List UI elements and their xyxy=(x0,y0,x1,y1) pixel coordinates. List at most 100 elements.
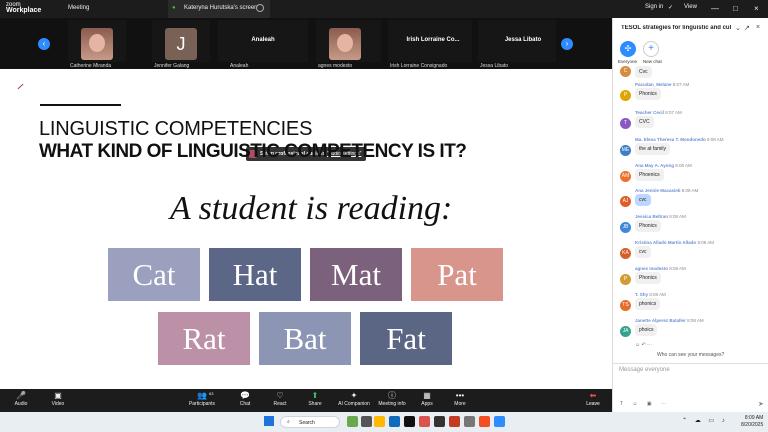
participants-button[interactable]: 👥 63 Participants xyxy=(184,391,220,411)
windows-start-icon[interactable] xyxy=(264,416,274,426)
chat-close-icon[interactable]: × xyxy=(756,24,760,31)
tab-add-icon[interactable] xyxy=(256,4,264,12)
microphone-icon: 🎤 xyxy=(16,391,26,400)
chat-input-area[interactable]: Message everyone T ☺ ▣ ⋯ ➤ xyxy=(613,363,768,412)
taskbar-app-icon[interactable] xyxy=(361,416,372,427)
zoom-taskbar-icon[interactable] xyxy=(494,416,505,427)
word-card-hat: Hat xyxy=(209,248,301,301)
previous-participants-button[interactable]: ‹ xyxy=(38,38,50,50)
send-icon[interactable]: ➤ xyxy=(758,400,764,408)
meeting-info-button[interactable]: ⓘ Meeting info xyxy=(374,391,410,411)
zoom-logo: zoom Workplace xyxy=(6,2,42,14)
audio-button[interactable]: 🎤 Audio xyxy=(3,391,39,411)
taskbar-app-icon[interactable] xyxy=(404,416,415,427)
outlook-icon[interactable] xyxy=(389,416,400,427)
message-visibility-link[interactable]: Who can see your messages? xyxy=(657,352,724,358)
sender-avatar: C xyxy=(620,66,631,77)
participant-tile: Analeah Analeah xyxy=(218,20,308,69)
sender-avatar: JB xyxy=(620,222,631,233)
new-chat-button[interactable]: + xyxy=(643,41,659,57)
maximize-icon[interactable]: □ xyxy=(733,4,738,13)
sender-avatar: ME xyxy=(620,145,631,156)
taskbar-app-icon[interactable] xyxy=(347,416,358,427)
video-button[interactable]: ▣ Video xyxy=(40,391,76,411)
office-icon[interactable] xyxy=(479,416,490,427)
sender-avatar: T xyxy=(620,118,631,129)
more-icon: ••• xyxy=(455,391,465,400)
message-sender: agnes modesto 8:08 AM xyxy=(635,266,686,271)
word-card-bat: Bat xyxy=(259,312,351,365)
share-status-icon: ● xyxy=(172,5,176,11)
participant-strip: ‹ › Catherine Miranda J Jennifer Galang A… xyxy=(0,18,612,69)
react-button[interactable]: ♡ React xyxy=(262,391,298,411)
ai-companion-button[interactable]: ✦ AI Companion xyxy=(336,391,372,411)
message-text: Phonics xyxy=(635,88,661,100)
participant-photo xyxy=(81,28,113,60)
everyone-label: Everyone xyxy=(618,59,638,64)
word-card-mat: Mat xyxy=(310,248,402,301)
leave-button[interactable]: ⬅ Leave xyxy=(575,391,611,411)
search-icon: ⌕ xyxy=(287,419,290,425)
windows-taskbar: ⌕ Search ⌃ ☁ ▭ ♪ 8:09 AM 8/20/2025 xyxy=(0,412,768,432)
message-sender: Ana May A. Ayong 8:08 AM xyxy=(635,163,692,168)
slide-title: LINGUISTIC COMPETENCIES xyxy=(39,118,313,140)
more-button[interactable]: ••• More xyxy=(442,391,478,411)
screen-share-tab[interactable]: ● Kateryna Hurutska's screen xyxy=(168,0,270,18)
word-card-rat: Rat xyxy=(158,312,250,365)
participant-display-name: Analeah xyxy=(251,37,275,43)
chat-message-list[interactable]: C Cvc Pacudan_Melane 8:07 AM P Phonics Teac… xyxy=(613,66,768,356)
taskbar-app-icon[interactable] xyxy=(434,416,445,427)
message-text: phoics xyxy=(635,324,658,336)
popout-icon[interactable]: ↗ xyxy=(744,24,750,32)
message-sender: Ana Jennie Macasieb 8:08 AM xyxy=(635,188,699,193)
participant-tile: Catherine Miranda xyxy=(68,20,126,69)
sender-avatar: AJ xyxy=(620,196,631,207)
participant-tile: Jessa Libato Jessa Libato xyxy=(478,20,556,69)
chat-title: TESOL strategies for linguistic and cult… xyxy=(621,25,731,31)
participant-initial-avatar: J xyxy=(165,28,197,60)
message-sender: Teacher Cecil 8:07 AM xyxy=(635,110,682,115)
meeting-toolbar: 🎤 Audio ▣ Video 👥 63 Participants 💬 Chat ♡ Rea… xyxy=(0,389,612,412)
participants-icon: 👥 xyxy=(197,391,207,400)
sender-avatar: P xyxy=(620,274,631,285)
file-explorer-icon[interactable] xyxy=(374,416,385,427)
reading-sentence: A student is reading: xyxy=(170,190,453,227)
taskbar-app-icon[interactable] xyxy=(464,416,475,427)
message-sender: Jessica Beltran 8:08 AM xyxy=(635,214,686,219)
word-card-fat: Fat xyxy=(360,312,452,365)
chat-icon: 💬 xyxy=(240,391,250,400)
participant-tile: Irish Lorraine Co... Irish Lorraine Consi… xyxy=(388,20,472,69)
participant-display-name: Irish Lorraine Co... xyxy=(406,37,460,43)
apps-button[interactable]: ▦ Apps xyxy=(409,391,445,411)
message-sender: T. Shy 8:08 AM xyxy=(635,292,666,297)
participant-tile: agnes modesto xyxy=(316,20,381,69)
minimize-icon[interactable]: — xyxy=(711,4,719,13)
message-text: Phonics xyxy=(635,220,661,232)
message-sender: Ma. Elena Theresa T. Mondonedo 8:08 AM xyxy=(635,137,724,142)
taskbar-search[interactable]: ⌕ Search xyxy=(280,416,340,428)
system-tray-icons[interactable]: ⌃ ☁ ▭ ♪ xyxy=(682,417,728,424)
everyone-chat-button[interactable]: ✣ xyxy=(620,41,636,57)
chat-options-icon[interactable]: ⌄ xyxy=(735,24,741,32)
message-text: Phoenics xyxy=(635,169,664,181)
message-text: Phonics xyxy=(635,272,661,284)
sparkle-icon: ✦ xyxy=(350,391,358,400)
video-camera-icon: ▣ xyxy=(54,391,62,400)
sender-avatar: KA xyxy=(620,248,631,259)
taskbar-app-icon[interactable] xyxy=(419,416,430,427)
view-button[interactable]: View xyxy=(684,4,697,10)
close-icon[interactable]: × xyxy=(754,4,759,13)
message-sender: Kristina Allado Martin Allado 8:08 AM xyxy=(635,240,714,245)
chat-button[interactable]: 💬 Chat xyxy=(227,391,263,411)
share-button[interactable]: ⬆ Share xyxy=(297,391,333,411)
message-text: cvc xyxy=(635,194,651,206)
system-clock[interactable]: 8:09 AM 8/20/2025 xyxy=(741,415,763,429)
sign-in-button[interactable]: Sign in xyxy=(645,4,663,10)
word-card-cat: Cat xyxy=(108,248,200,301)
message-reaction-icons[interactable]: ☺ ↶ ⋯ xyxy=(635,342,652,348)
chat-input-tools-icons[interactable]: T ☺ ▣ ⋯ xyxy=(620,401,670,407)
chat-message-input[interactable]: Message everyone xyxy=(619,367,670,373)
taskbar-app-icon[interactable] xyxy=(449,416,460,427)
info-icon: ⓘ xyxy=(388,391,396,400)
leave-icon: ⬅ xyxy=(589,391,597,400)
